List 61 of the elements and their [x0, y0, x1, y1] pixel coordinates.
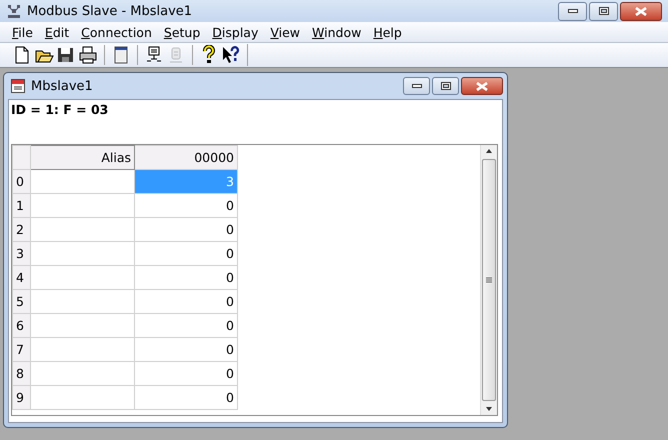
- minimize-button[interactable]: [558, 2, 587, 20]
- column-header[interactable]: Alias: [30, 146, 134, 170]
- value-cell[interactable]: 0: [134, 218, 238, 242]
- app-icon: [6, 3, 22, 19]
- minimize-button[interactable]: [403, 77, 430, 95]
- value-cell[interactable]: 0: [134, 242, 238, 266]
- alias-cell[interactable]: [30, 338, 134, 362]
- menu-item[interactable]: Window: [306, 24, 368, 40]
- window-title: Modbus Slave - Mbslave1: [27, 4, 194, 18]
- row-header[interactable]: 1: [12, 194, 30, 218]
- row-header[interactable]: 5: [12, 290, 30, 314]
- row-header[interactable]: 6: [12, 314, 30, 338]
- maximize-icon: [598, 7, 608, 15]
- alias-cell[interactable]: [30, 266, 134, 290]
- close-icon: [635, 6, 647, 16]
- value-cell[interactable]: 0: [134, 194, 238, 218]
- maximize-button[interactable]: [589, 2, 618, 20]
- menu-item[interactable]: Connection: [75, 24, 158, 40]
- scrollbar[interactable]: [480, 145, 497, 415]
- value-cell[interactable]: 0: [134, 290, 238, 314]
- maximize-icon: [440, 82, 450, 90]
- alias-cell[interactable]: [30, 290, 134, 314]
- alias-cell[interactable]: [30, 170, 134, 194]
- row-header[interactable]: 3: [12, 242, 30, 266]
- printer-icon[interactable]: [78, 45, 98, 65]
- row-header[interactable]: 0: [12, 170, 30, 194]
- alias-cell[interactable]: [30, 386, 134, 410]
- grip-icon: [486, 277, 492, 283]
- row-header[interactable]: 9: [12, 386, 30, 410]
- maximize-button[interactable]: [432, 77, 459, 95]
- menu-item[interactable]: File: [6, 24, 39, 40]
- alias-cell[interactable]: [30, 362, 134, 386]
- column-header[interactable]: 00000: [134, 146, 238, 170]
- minimize-icon: [568, 9, 578, 13]
- menu-item[interactable]: Help: [367, 24, 408, 40]
- menu-item[interactable]: Edit: [38, 24, 76, 40]
- document-icon: [10, 78, 26, 94]
- pointer-question-icon[interactable]: [221, 45, 241, 65]
- close-button[interactable]: [620, 2, 662, 20]
- alias-cell[interactable]: [30, 242, 134, 266]
- value-cell[interactable]: 0: [134, 314, 238, 338]
- row-header[interactable]: 4: [12, 266, 30, 290]
- value-cell[interactable]: 0: [134, 362, 238, 386]
- window-title: Mbslave1: [31, 78, 94, 94]
- value-cell[interactable]: 0: [134, 266, 238, 290]
- minimize-icon: [412, 84, 422, 88]
- slave-info: ID = 1: F = 03: [11, 102, 108, 117]
- alias-cell[interactable]: [30, 218, 134, 242]
- menu-item[interactable]: Setup: [158, 24, 206, 40]
- row-header[interactable]: 7: [12, 338, 30, 362]
- menu-item[interactable]: Display: [206, 24, 264, 40]
- row-header[interactable]: 2: [12, 218, 30, 242]
- alias-cell[interactable]: [30, 314, 134, 338]
- close-button[interactable]: [461, 77, 503, 95]
- menu-item[interactable]: View: [264, 24, 306, 40]
- value-cell[interactable]: 0: [134, 338, 238, 362]
- row-header[interactable]: 8: [12, 362, 30, 386]
- alias-cell[interactable]: [30, 194, 134, 218]
- scroll-thumb[interactable]: [482, 159, 496, 401]
- close-icon: [476, 82, 488, 90]
- value-cell[interactable]: 0: [134, 386, 238, 410]
